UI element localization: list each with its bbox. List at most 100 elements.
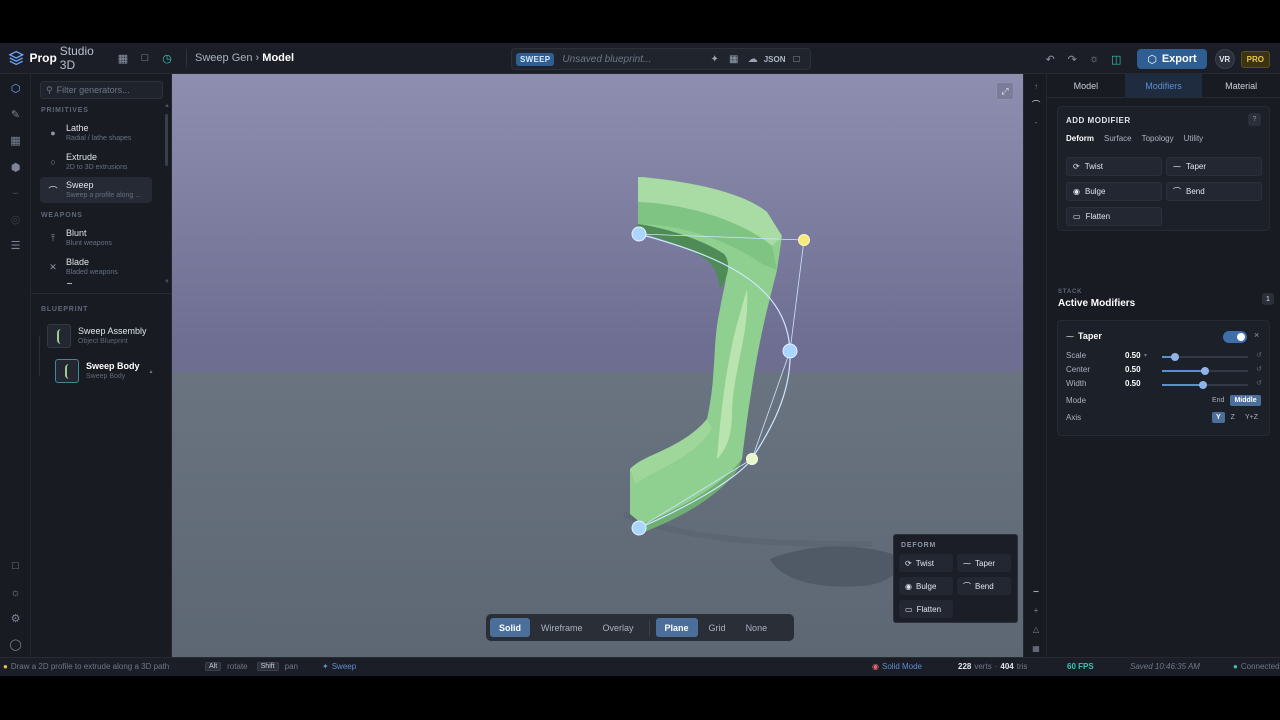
export-button[interactable]: ⬡ Export [1137,49,1207,69]
quick-flatten-button[interactable]: ▭ Flatten [899,600,953,618]
grid-tool-icon[interactable]: ▦ [8,133,23,148]
chat-icon[interactable]: ◯ [8,637,23,652]
tab-model[interactable]: Model [1047,74,1125,97]
open-folder-icon[interactable]: □ [787,54,806,65]
arrow-up-icon[interactable]: ↑ [1030,80,1042,92]
center-slider-knob[interactable] [1201,367,1209,375]
3d-viewport[interactable]: ⤢ Solid Wireframe Overlay Plane Grid Non… [172,74,1023,657]
add-taper-button[interactable]: ⁓ Taper [1166,157,1262,176]
add-modifier-card: ADD MODIFIER ? Deform Surface Topology U… [1057,106,1270,231]
mode-middle-option[interactable]: Middle [1230,395,1261,406]
tab-modifiers[interactable]: Modifiers [1124,74,1203,97]
view-overlay-button[interactable]: Overlay [594,618,643,637]
category-utility[interactable]: Utility [1184,134,1204,143]
light-icon[interactable]: ☼ [8,585,23,600]
ground-none-button[interactable]: None [737,618,777,637]
remove-modifier-icon[interactable]: × [1254,330,1259,340]
blueprint-item-body[interactable]: Sweep Body Sweep Body ▴ [55,357,153,385]
add-bulge-button[interactable]: ◉ Bulge [1066,182,1162,201]
cloud-icon[interactable]: ☁ [743,54,762,65]
generator-extrude[interactable]: ○ Extrude 2D to 3D extrusions [40,149,152,175]
category-surface[interactable]: Surface [1104,134,1132,143]
center-value[interactable]: 0.50 [1125,365,1141,374]
generators-scrollbar[interactable] [165,114,168,166]
add-bend-button[interactable]: ⌒ Bend [1166,182,1262,201]
generator-lathe[interactable]: ● Lathe Radial / lathe shapes [40,120,152,146]
width-slider[interactable] [1162,381,1248,389]
quick-twist-button[interactable]: ⟳ Twist [899,554,953,572]
add-twist-button[interactable]: ⟳ Twist [1066,157,1162,176]
expand-arrow-icon[interactable]: ▴ [150,368,153,375]
scale-slider-knob[interactable] [1170,353,1179,361]
blueprint-name-input[interactable]: Unsaved blueprint... [562,54,705,65]
sparkle-icon[interactable]: ✦ [705,54,724,65]
fullscreen-icon[interactable]: ⤢ [996,82,1014,100]
scroll-up-icon[interactable]: ▲ [164,103,170,109]
target-tool-icon[interactable]: ◎ [8,212,23,227]
width-value[interactable]: 0.50 [1125,379,1141,388]
gear-icon[interactable]: ⚙ [8,611,23,626]
filter-generators-input[interactable]: ⚲ Filter generators... [40,81,163,99]
undo-icon[interactable]: ↶ [1039,48,1061,70]
category-deform[interactable]: Deform [1066,134,1094,143]
redo-icon[interactable]: ↷ [1061,48,1083,70]
help-icon[interactable]: ? [1248,113,1261,126]
tab-material[interactable]: Material [1202,74,1280,97]
modifier-enable-toggle[interactable] [1223,331,1247,343]
settings-sun-icon[interactable]: ☼ [1083,48,1105,70]
scale-value[interactable]: 0.50 [1125,351,1141,360]
package-tool-icon[interactable]: ⬢ [8,160,23,175]
control-point[interactable] [631,226,647,242]
ground-plane-button[interactable]: Plane [655,618,698,637]
width-slider-knob[interactable] [1199,381,1208,389]
generator-blunt[interactable]: ⤒ Blunt Blunt weapons [40,225,152,251]
reset-width-icon[interactable]: ↺ [1256,379,1262,387]
scale-slider[interactable] [1162,353,1248,361]
control-point[interactable] [631,520,647,536]
cube-tool-icon[interactable]: ⬡ [8,81,23,96]
generators-panel: ⚲ Filter generators... PRIMITIVES ● Lath… [31,74,172,657]
quick-bend-button[interactable]: ⌒ Bend [957,577,1011,595]
control-point[interactable] [782,343,798,359]
center-slider[interactable] [1162,367,1248,375]
tangent-handle[interactable] [746,453,758,465]
curve-select-icon[interactable]: ⌒ [1030,98,1042,110]
add-flatten-button[interactable]: ▭ Flatten [1066,207,1162,226]
blueprint-item-assembly[interactable]: Sweep Assembly Object Blueprint [47,322,147,350]
avatar[interactable]: VR [1214,49,1235,69]
axis-y-option[interactable]: Y [1212,412,1225,423]
save-blueprint-icon[interactable]: ▦ [724,54,743,65]
add-point-icon[interactable]: + [1030,604,1042,616]
history-icon[interactable]: ◷ [156,47,178,69]
axis-yz-option[interactable]: Y+Z [1241,412,1262,423]
quick-taper-button[interactable]: ⁓ Taper [957,554,1011,572]
files-icon[interactable]: □ [8,558,23,573]
view-solid-button[interactable]: Solid [490,618,530,637]
folder-icon[interactable]: □ [134,47,156,69]
generator-blade[interactable]: ✕ Blade Bladed weapons [40,254,152,280]
breadcrumb-parent[interactable]: Sweep Gen [195,52,252,64]
generator-sweep[interactable]: ⌒ Sweep Sweep a profile along ... [40,177,152,203]
grid-icon[interactable]: ▦ [1030,642,1042,654]
ground-grid-button[interactable]: Grid [700,618,735,637]
view-wireframe-button[interactable]: Wireframe [532,618,592,637]
axis-z-option[interactable]: Z [1227,412,1239,423]
minus-icon[interactable]: - [1030,116,1042,128]
reset-scale-icon[interactable]: ↺ [1256,351,1262,359]
app-logo[interactable]: Prop Studio 3D [8,44,108,72]
tangent-handle[interactable] [798,234,810,246]
reset-center-icon[interactable]: ↺ [1256,365,1262,373]
mode-end-option[interactable]: End [1208,395,1228,406]
scroll-down-icon[interactable]: ▼ [164,279,170,285]
quick-bulge-button[interactable]: ◉ Bulge [899,577,953,595]
delete-icon[interactable]: ◫ [1105,48,1127,70]
triangle-icon[interactable]: △ [1030,623,1042,635]
wave-icon[interactable]: ∼ [1030,585,1042,597]
brush-tool-icon[interactable]: ✎ [8,107,23,122]
curve-tool-icon[interactable]: ⌣ [8,186,23,201]
render-mode[interactable]: ◉ Solid Mode [872,662,922,671]
category-topology[interactable]: Topology [1142,134,1174,143]
json-button[interactable]: JSON [762,55,787,64]
layers-tool-icon[interactable]: ☰ [8,238,23,253]
save-icon[interactable]: ▦ [112,47,134,69]
